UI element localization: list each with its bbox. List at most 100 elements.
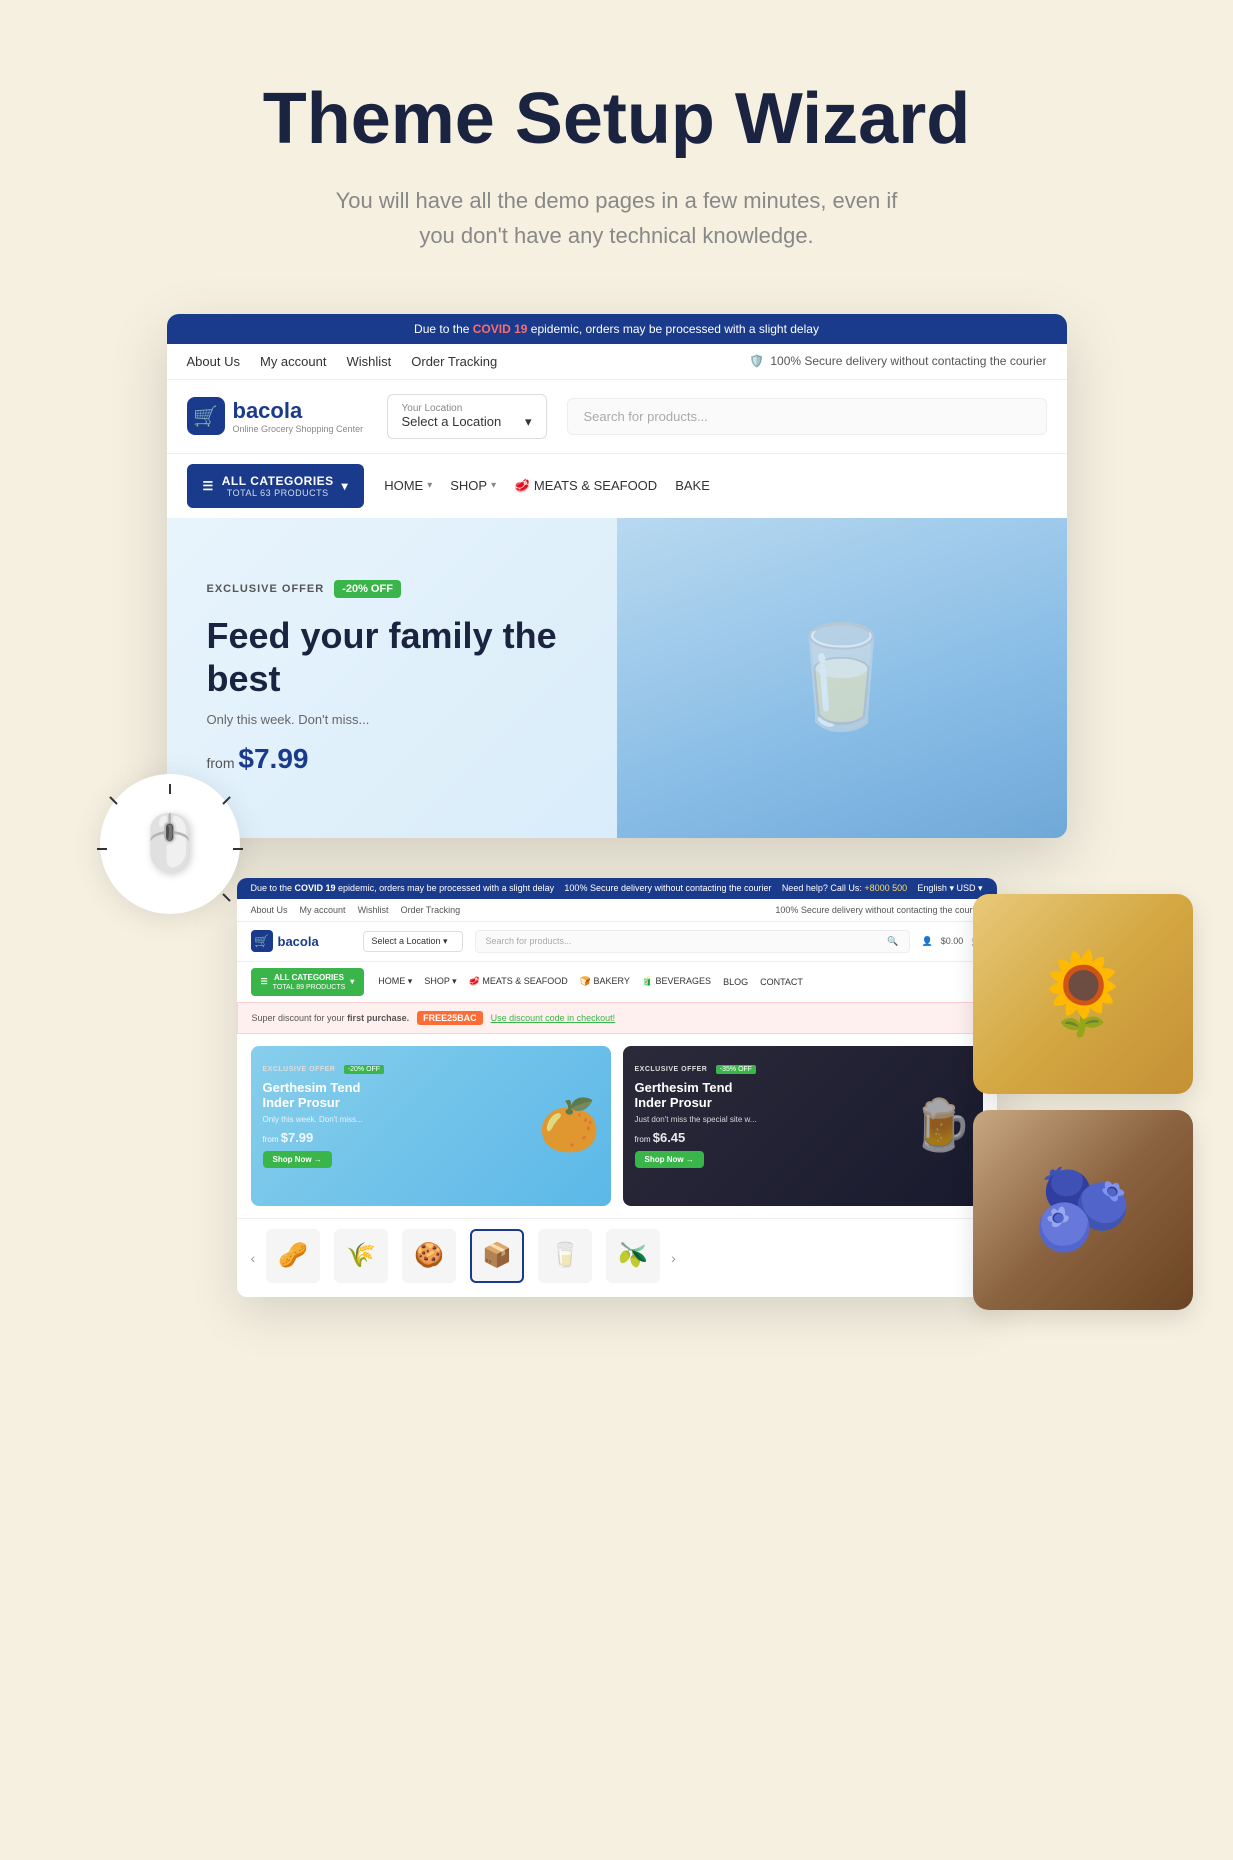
product-2-exclusive: EXCLUSIVE OFFER -35% OFF [635,1058,971,1076]
product-1-title: Gerthesim TendInder Prosur [263,1080,599,1111]
small-category-bar: ☰ ALL CATEGORIES TOTAL 89 PRODUCTS ▾ HOM… [237,961,997,1002]
thumbnail-2[interactable]: 🌾 [331,1229,391,1287]
nav-link-wishlist[interactable]: Wishlist [346,354,391,369]
small-search-bar[interactable]: Search for products... 🔍 [475,930,910,953]
announcement-text-end: epidemic, orders may be processed with a… [531,322,819,336]
small-nav-bakery[interactable]: 🍞 BAKERY [580,976,630,987]
cursor-arrow-icon: 🖱️ [136,812,203,875]
nav-meats[interactable]: 🥩 MEATS & SEAFOOD [514,478,657,494]
small-announcement-bar: Due to the COVID 19 epidemic, orders may… [237,878,997,899]
thumbnails-next[interactable]: › [671,1229,676,1287]
ray-icon [222,796,230,804]
nav-link-tracking[interactable]: Order Tracking [411,354,497,369]
small-all-categories-button[interactable]: ☰ ALL CATEGORIES TOTAL 89 PRODUCTS ▾ [251,968,365,996]
small-main-navigation: HOME ▾ SHOP ▾ 🥩 MEATS & SEAFOOD 🍞 BAKERY… [378,976,803,987]
thumbnail-6[interactable]: 🫒 [603,1229,663,1287]
small-nav-meats[interactable]: 🥩 MEATS & SEAFOOD [469,976,568,987]
chevron-down-icon: ▾ [525,414,532,430]
small-menu-icon: ☰ [261,977,268,986]
small-nav-shop[interactable]: SHOP ▾ [424,976,456,987]
product-image-berries: 🫐 [1033,1163,1133,1257]
ray-icon [109,796,117,804]
product-2-subtitle: Just don't miss the special site w... [635,1115,971,1124]
small-location-selector[interactable]: Select a Location ▾ [363,931,463,952]
product-2-shop-now[interactable]: Shop Now → [635,1151,704,1168]
product-visual: 🥛 [617,518,1067,838]
side-image-2: 🫐 [973,1110,1193,1310]
nav-link-account[interactable]: My account [260,354,326,369]
small-chevron-icon: ▾ [350,977,354,986]
small-secure-text: 100% Secure delivery without contacting … [564,883,771,893]
thumbnail-5[interactable]: 🥛 [535,1229,595,1287]
product-card-2-content: EXCLUSIVE OFFER -35% OFF Gerthesim TendI… [623,1046,983,1180]
small-nav-account[interactable]: My account [300,905,346,915]
chevron-down-icon: ▾ [342,479,349,493]
small-nav-links: About Us My account Wishlist Order Track… [251,905,461,915]
small-nav-bar: About Us My account Wishlist Order Track… [237,899,997,922]
logo-name: bacola [233,398,364,424]
thumbnails-prev[interactable]: ‹ [251,1229,256,1287]
category-bar: ☰ ALL CATEGORIES TOTAL 63 PRODUCTS ▾ HOM… [167,453,1067,518]
thumbnail-img-6: 🫒 [606,1229,660,1283]
thumbnail-1[interactable]: 🥜 [263,1229,323,1287]
small-nav-home[interactable]: HOME ▾ [378,976,412,987]
promo-code: FREE25BAC [417,1011,483,1025]
shield-icon: 🛡️ [749,354,764,368]
products-grid: EXCLUSIVE OFFER -20% OFF Gerthesim TendI… [237,1034,997,1218]
small-nav-blog[interactable]: BLOG [723,977,748,987]
announcement-text-start: Due to the [414,322,473,336]
nav-links: About Us My account Wishlist Order Track… [187,354,498,369]
discount-badge: -20% OFF [334,580,401,598]
small-logo: 🛒 bacola [251,930,351,952]
small-lang-selector[interactable]: English ▾ USD ▾ [917,883,982,894]
small-contact-text: Need help? Call Us: +8000 500 [782,883,907,893]
logo-text: bacola Online Grocery Shopping Center [233,398,364,434]
small-nav-contact[interactable]: CONTACT [760,977,803,987]
cursor-illustration: 🖱️ [100,774,260,934]
banner-price: from $7.99 [207,743,617,775]
product-1-exclusive: EXCLUSIVE OFFER -20% OFF [263,1058,599,1076]
all-categories-button[interactable]: ☰ ALL CATEGORIES TOTAL 63 PRODUCTS ▾ [187,464,365,508]
nav-link-about[interactable]: About Us [187,354,240,369]
location-label: Your Location [402,403,532,414]
banner-product-image: 🥛 [617,518,1067,838]
almond-milk-icon: 🥛 [779,619,904,736]
nav-bake[interactable]: BAKE [675,478,710,493]
product-card-2: EXCLUSIVE OFFER -35% OFF Gerthesim TendI… [623,1046,983,1206]
menu-icon: ☰ [203,479,214,493]
nav-shop[interactable]: SHOP ▾ [450,478,496,493]
logo-tagline: Online Grocery Shopping Center [233,424,364,434]
small-nav-wishlist[interactable]: Wishlist [358,905,389,915]
thumbnail-img-2: 🌾 [334,1229,388,1283]
exclusive-badge: EXCLUSIVE OFFER -20% OFF [207,580,617,598]
product-1-shop-now[interactable]: Shop Now → [263,1151,332,1168]
nav-home[interactable]: HOME ▾ [384,478,432,493]
nav-bar: About Us My account Wishlist Order Track… [167,344,1067,380]
second-screenshot: Due to the COVID 19 epidemic, orders may… [237,878,997,1297]
location-selector[interactable]: Your Location Select a Location ▾ [387,394,547,439]
logo-icon: 🛒 [187,397,225,435]
product-card-1-content: EXCLUSIVE OFFER -20% OFF Gerthesim TendI… [251,1046,611,1180]
search-bar[interactable]: Search for products... [567,398,1047,435]
covid-highlight: COVID 19 [473,322,528,336]
hero-subtitle: You will have all the demo pages in a fe… [327,183,907,253]
promo-link[interactable]: Use discount code in checkout! [491,1013,616,1023]
product-image-sunflower: 🌻 [1033,947,1133,1041]
thumbnail-img-1: 🥜 [266,1229,320,1283]
product-1-price: from $7.99 [263,1130,599,1145]
small-nav-tracking[interactable]: Order Tracking [401,905,461,915]
hero-section: Theme Setup Wizard You will have all the… [0,0,1233,314]
ray-icon [97,848,107,850]
side-image-1: 🌻 [973,894,1193,1094]
logo-area: 🛒 bacola Online Grocery Shopping Center [187,397,367,435]
small-user-icon[interactable]: 👤 [922,936,933,947]
small-nav-beverages[interactable]: 🧃 BEVERAGES [642,976,711,987]
thumbnail-3[interactable]: 🍪 [399,1229,459,1287]
thumbnail-img-5: 🥛 [538,1229,592,1283]
promo-text: Super discount for your first purchase. [252,1013,410,1023]
banner-subtitle: Only this week. Don't miss... [207,712,617,727]
product-1-subtitle: Only this week. Don't miss... [263,1115,599,1124]
thumbnail-4[interactable]: 📦 [467,1229,527,1287]
ray-icon [233,848,243,850]
search-icon: 🔍 [887,936,898,947]
